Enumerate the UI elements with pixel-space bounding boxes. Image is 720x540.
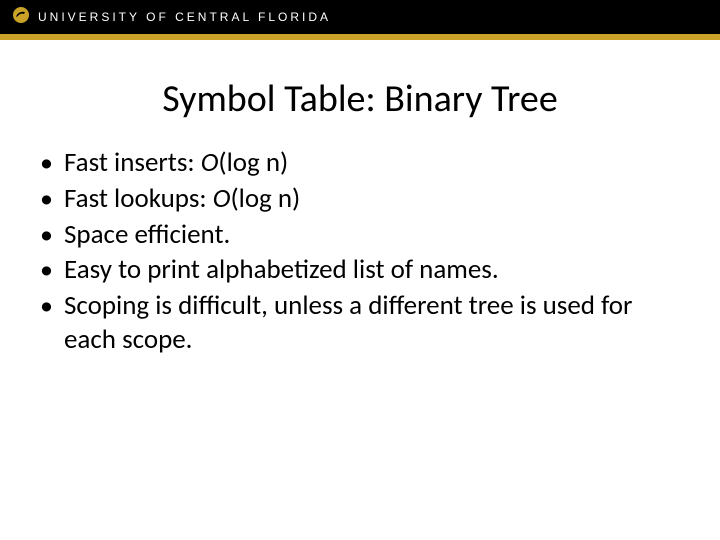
complexity-text: (log n)	[218, 146, 288, 179]
big-o-italic: O	[201, 146, 219, 179]
list-item: Scoping is difficult, unless a different…	[34, 289, 680, 357]
institution-logo: UNIVERSITY OF CENTRAL FLORIDA	[12, 6, 331, 29]
list-item: Space efficient.	[34, 218, 680, 252]
complexity-text: (log n)	[230, 182, 300, 215]
bullet-list: Fast inserts: O(log n) Fast lookups: O(l…	[34, 146, 680, 357]
bullet-text: Fast inserts:	[64, 146, 201, 179]
list-item: Easy to print alphabetized list of names…	[34, 253, 680, 287]
bullet-text: Scoping is difficult, unless a different…	[64, 289, 632, 356]
bullet-text: Fast lookups:	[64, 182, 213, 215]
list-item: Fast inserts: O(log n)	[34, 146, 680, 180]
institution-name: UNIVERSITY OF CENTRAL FLORIDA	[38, 10, 331, 24]
bullet-text: Space efficient.	[64, 218, 230, 251]
slide-title: Symbol Table: Binary Tree	[0, 76, 720, 122]
pegasus-icon	[12, 6, 30, 29]
big-o-italic: O	[213, 182, 231, 215]
bullet-text: Easy to print alphabetized list of names…	[64, 253, 499, 286]
header-bar: UNIVERSITY OF CENTRAL FLORIDA	[0, 0, 720, 34]
accent-strip	[0, 34, 720, 40]
list-item: Fast lookups: O(log n)	[34, 182, 680, 216]
slide-body: Fast inserts: O(log n) Fast lookups: O(l…	[0, 146, 720, 357]
